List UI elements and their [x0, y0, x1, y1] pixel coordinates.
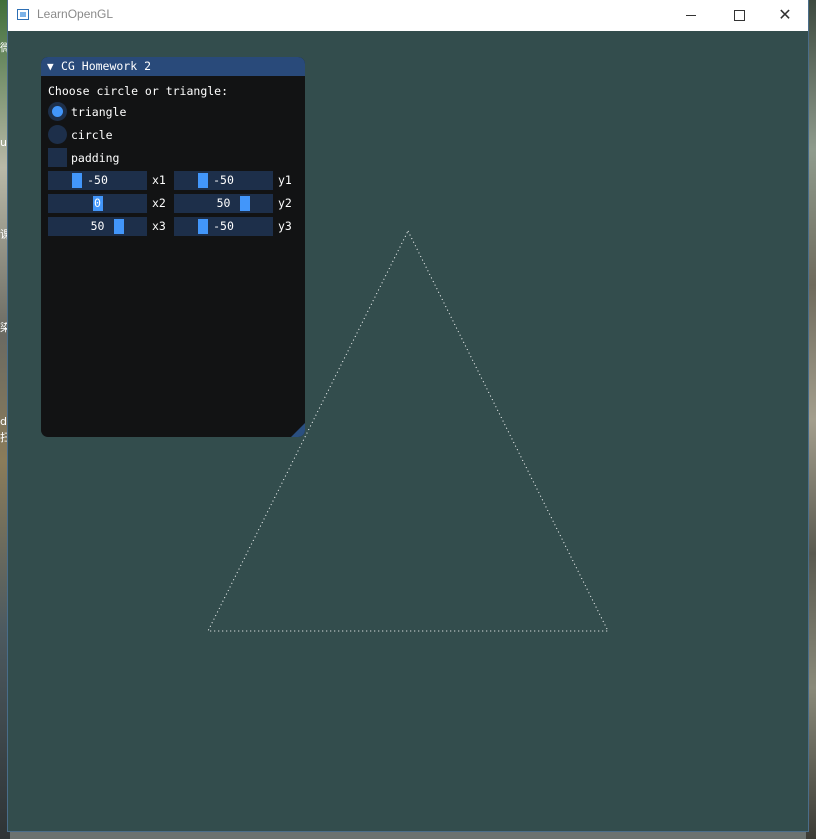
slider-y3-value: -50: [213, 219, 234, 233]
radio-triangle[interactable]: triangle: [48, 102, 126, 121]
collapse-arrow-icon[interactable]: ▼: [47, 59, 54, 74]
app-window-icon: [17, 9, 29, 20]
title-bar[interactable]: LearnOpenGL ✕: [8, 0, 808, 31]
slider-x1[interactable]: -50: [48, 171, 147, 190]
slider-y1[interactable]: -50: [174, 171, 273, 190]
slider-y2[interactable]: 50: [174, 194, 273, 213]
slider-y1-value: -50: [213, 173, 234, 187]
padding-checkbox-box[interactable]: [48, 148, 67, 167]
window-title: LearnOpenGL: [37, 7, 114, 21]
imgui-window[interactable]: ▼ CG Homework 2 Choose circle or triangl…: [41, 57, 305, 437]
maximize-icon: [733, 9, 745, 21]
radio-circle-label: circle: [71, 127, 113, 142]
resize-grip-icon[interactable]: [291, 423, 305, 437]
slider-x1-value: -50: [87, 173, 108, 187]
slider-x1-label: x1: [152, 173, 166, 187]
close-icon: ✕: [778, 5, 792, 24]
padding-checkbox[interactable]: padding: [48, 148, 119, 167]
slider-x2-label: x2: [152, 196, 166, 210]
maximize-button[interactable]: [716, 0, 762, 30]
radio-circle[interactable]: circle: [48, 125, 113, 144]
close-button[interactable]: ✕: [762, 0, 808, 30]
slider-y2-label: y2: [278, 196, 292, 210]
radio-triangle-circle[interactable]: [48, 102, 67, 121]
panel-title: CG Homework 2: [61, 59, 152, 73]
radio-circle-circle[interactable]: [48, 125, 67, 144]
slider-y1-label: y1: [278, 173, 292, 187]
slider-x3[interactable]: 50: [48, 217, 147, 236]
panel-title-bar[interactable]: ▼ CG Homework 2: [41, 57, 305, 76]
slider-y2-value: 50: [216, 196, 231, 210]
slider-x2[interactable]: 0: [48, 194, 147, 213]
shape-prompt: Choose circle or triangle:: [48, 84, 229, 98]
gl-viewport[interactable]: ▼ CG Homework 2 Choose circle or triangl…: [8, 31, 808, 831]
padding-checkbox-label: padding: [71, 150, 120, 165]
app-window: LearnOpenGL ✕ ▼ CG Homework 2 Choose cir…: [8, 0, 808, 831]
slider-x3-label: x3: [152, 219, 166, 233]
slider-x3-value: 50: [90, 219, 105, 233]
slider-y3-label: y3: [278, 219, 292, 233]
minimize-button[interactable]: [668, 0, 714, 30]
minimize-icon: [686, 14, 696, 16]
radio-triangle-label: triangle: [71, 104, 127, 119]
slider-x2-value: 0: [94, 196, 101, 210]
slider-y3[interactable]: -50: [174, 217, 273, 236]
